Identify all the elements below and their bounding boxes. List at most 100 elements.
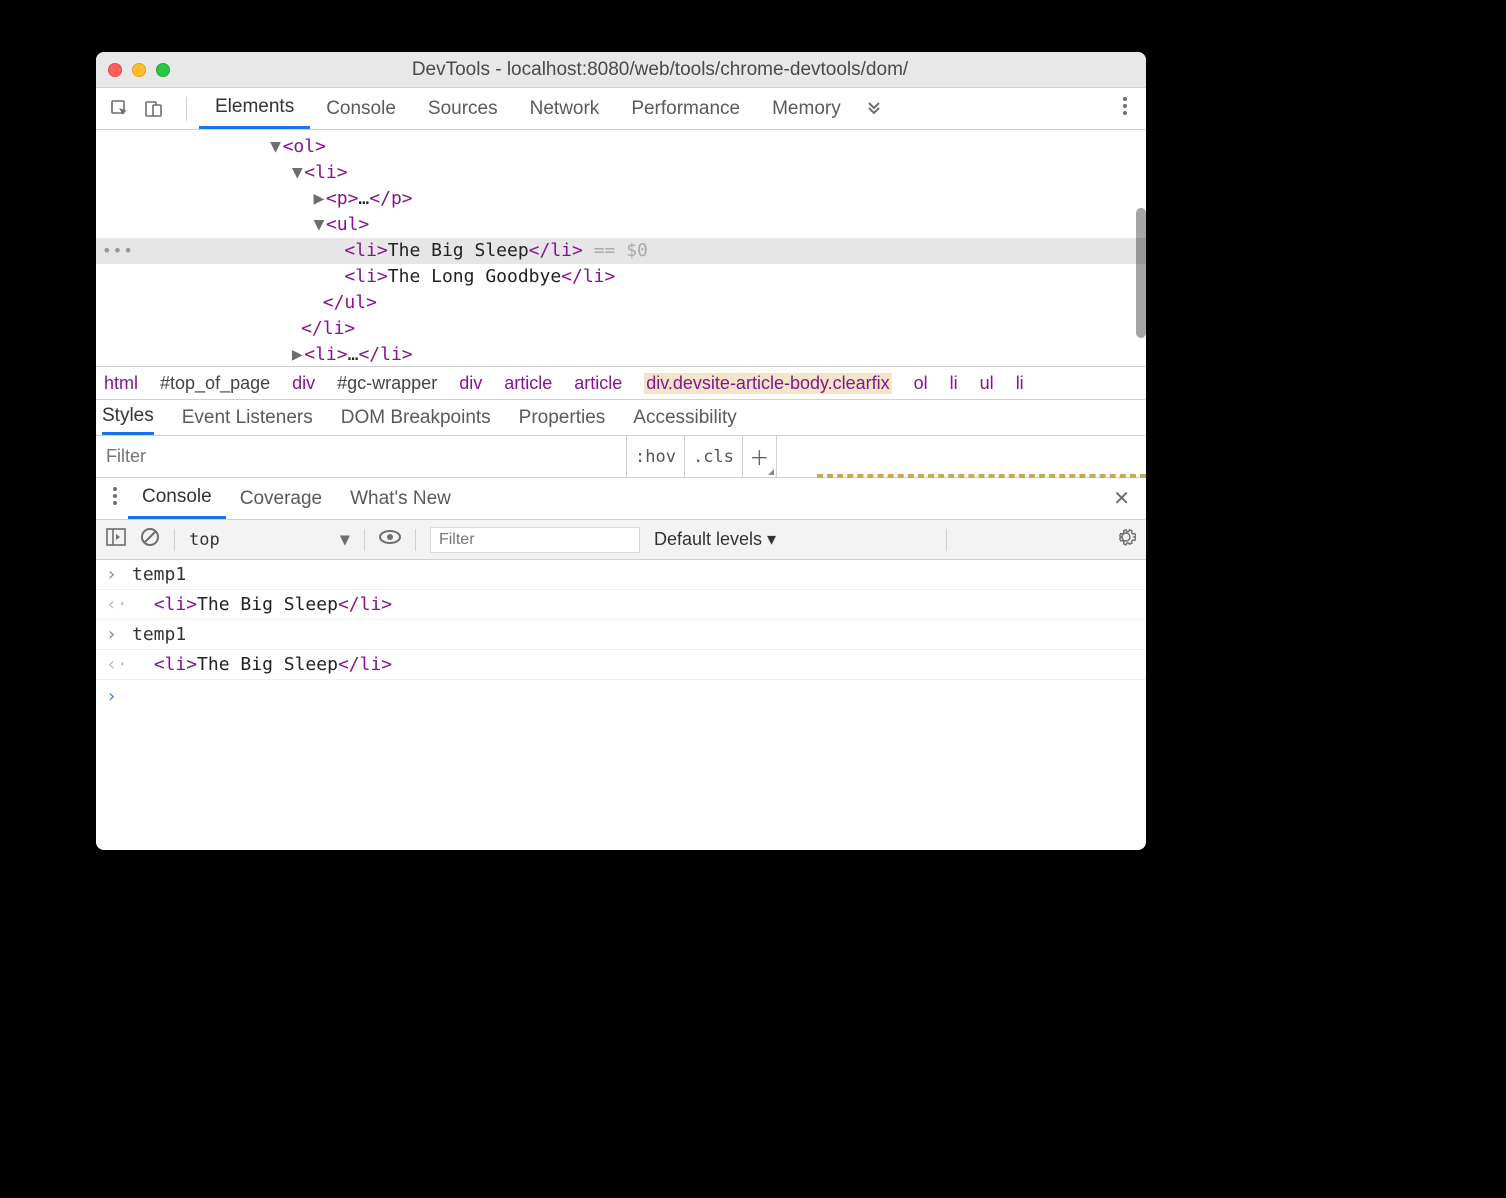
log-level-selector[interactable]: Default levels ▾ [654,529,776,550]
tab-console-top[interactable]: Console [310,88,412,129]
crumb-li[interactable]: li [1016,373,1024,394]
crumb-html[interactable]: html [104,373,138,394]
tab-event-listeners[interactable]: Event Listeners [182,400,313,435]
styles-filter-input[interactable] [96,436,626,477]
console-row[interactable]: › temp1 [96,620,1146,650]
crumb-ol[interactable]: ol [914,373,928,394]
inherited-divider [817,474,1146,478]
tab-performance[interactable]: Performance [615,88,756,129]
tab-properties[interactable]: Properties [519,400,606,435]
expand-toggle[interactable]: ▶ [290,342,304,366]
inspect-element-icon[interactable] [106,95,134,123]
dom-tag[interactable]: <li> [304,162,347,183]
drawer-header: Console Coverage What's New ✕ [96,478,1146,520]
main-toolbar: Elements Console Sources Network Perform… [96,88,1146,130]
input-caret-icon: › [106,564,122,585]
dom-tag[interactable]: </ul> [323,292,377,313]
tab-memory[interactable]: Memory [756,88,857,129]
output-caret-icon: ‹· [106,594,122,615]
console-filter-input[interactable] [430,527,640,553]
sidebar-tabs: Styles Event Listeners DOM Breakpoints P… [96,400,1146,436]
drawer-tab-console[interactable]: Console [128,478,226,519]
expand-toggle[interactable]: ▶ [312,186,326,212]
dom-tag[interactable]: </li> [561,266,615,287]
console-row[interactable]: ‹· <li>The Big Sleep</li> [96,590,1146,620]
separator [174,529,175,551]
toggle-hov[interactable]: :hov [626,436,684,477]
separator [364,529,365,551]
dom-breadcrumb: html #top_of_page div #gc-wrapper div ar… [96,366,1146,400]
output-caret-icon: ‹· [106,654,122,675]
devtools-window: DevTools - localhost:8080/web/tools/chro… [96,52,1146,850]
drawer-tab-whatsnew[interactable]: What's New [336,478,465,519]
dom-text[interactable]: The Long Goodbye [388,266,561,287]
dom-tag[interactable]: <li> [344,266,387,287]
console-prompt[interactable]: › [96,680,1146,713]
console-output: <li>The Big Sleep</li> [132,654,392,675]
crumb-div[interactable]: div [292,373,315,394]
dom-selected-node[interactable]: <li>The Big Sleep</li> == $0 [96,238,1146,264]
traffic-lights [108,63,170,77]
crumb-top[interactable]: #top_of_page [160,373,270,394]
crumb-devsite[interactable]: div.devsite-article-body.clearfix [644,373,891,394]
tab-styles[interactable]: Styles [102,400,154,435]
dom-tag[interactable]: </li> [301,318,355,339]
minimize-window-button[interactable] [132,63,146,77]
separator [415,529,416,551]
titlebar: DevTools - localhost:8080/web/tools/chro… [96,52,1146,88]
dollar-zero: == $0 [583,240,648,261]
separator [946,529,947,551]
tab-network[interactable]: Network [514,88,616,129]
prompt-caret-icon: › [106,686,117,707]
device-toolbar-icon[interactable] [140,95,168,123]
drawer-close-button[interactable]: ✕ [1103,486,1140,511]
new-style-rule-button[interactable]: ＋ [742,436,776,477]
zoom-window-button[interactable] [156,63,170,77]
console-output: <li>The Big Sleep</li> [132,594,392,615]
tab-accessibility[interactable]: Accessibility [633,400,736,435]
dom-tag[interactable]: <p>…</p> [326,188,413,209]
tab-elements[interactable]: Elements [199,88,310,129]
tab-dom-breakpoints[interactable]: DOM Breakpoints [341,400,491,435]
console-row[interactable]: ‹· <li>The Big Sleep</li> [96,650,1146,680]
separator [186,97,187,121]
crumb-ul[interactable]: ul [980,373,994,394]
clear-console-icon[interactable] [140,527,160,553]
console-body[interactable]: › temp1 ‹· <li>The Big Sleep</li> › temp… [96,560,1146,850]
dom-tag: </li> [529,240,583,261]
crumb-li[interactable]: li [950,373,958,394]
console-row[interactable]: › temp1 [96,560,1146,590]
kebab-menu-icon[interactable] [1114,96,1136,122]
console-settings-icon[interactable] [1116,527,1136,553]
dom-tag[interactable]: <ol> [283,136,326,157]
console-toolbar: top▼ Default levels ▾ [96,520,1146,560]
dom-tag[interactable]: <li>…</li> [304,344,412,365]
crumb-gc[interactable]: #gc-wrapper [337,373,437,394]
context-label: top [189,530,220,550]
close-window-button[interactable] [108,63,122,77]
collapse-toggle[interactable]: ▼ [269,134,283,160]
elements-dom-tree[interactable]: ••• ▼<ol> ▼<li> ▶<p>…</p> ▼<ul> <li>The … [96,130,1146,366]
crumb-div[interactable]: div [459,373,482,394]
drawer-menu-icon[interactable] [102,486,128,512]
gutter-ellipsis-icon[interactable]: ••• [102,238,134,264]
crumb-article[interactable]: article [504,373,552,394]
window-title: DevTools - localhost:8080/web/tools/chro… [186,59,1134,81]
toggle-cls[interactable]: .cls [684,436,742,477]
styles-filter-bar: :hov .cls ＋ [96,436,1146,478]
live-expression-icon[interactable] [379,528,401,551]
collapse-toggle[interactable]: ▼ [290,160,304,186]
collapse-toggle[interactable]: ▼ [312,212,326,238]
more-tabs-icon[interactable] [865,97,883,121]
console-sidebar-toggle-icon[interactable] [106,528,126,552]
crumb-article[interactable]: article [574,373,622,394]
drawer-tab-coverage[interactable]: Coverage [226,478,336,519]
styles-pane [776,436,1146,477]
execution-context-selector[interactable]: top▼ [189,530,350,550]
tab-sources[interactable]: Sources [412,88,514,129]
scrollbar-thumb[interactable] [1136,208,1146,338]
corner-icon [768,469,774,475]
console-input-text: temp1 [132,624,186,645]
dom-tag[interactable]: <ul> [326,214,369,235]
input-caret-icon: › [106,624,122,645]
